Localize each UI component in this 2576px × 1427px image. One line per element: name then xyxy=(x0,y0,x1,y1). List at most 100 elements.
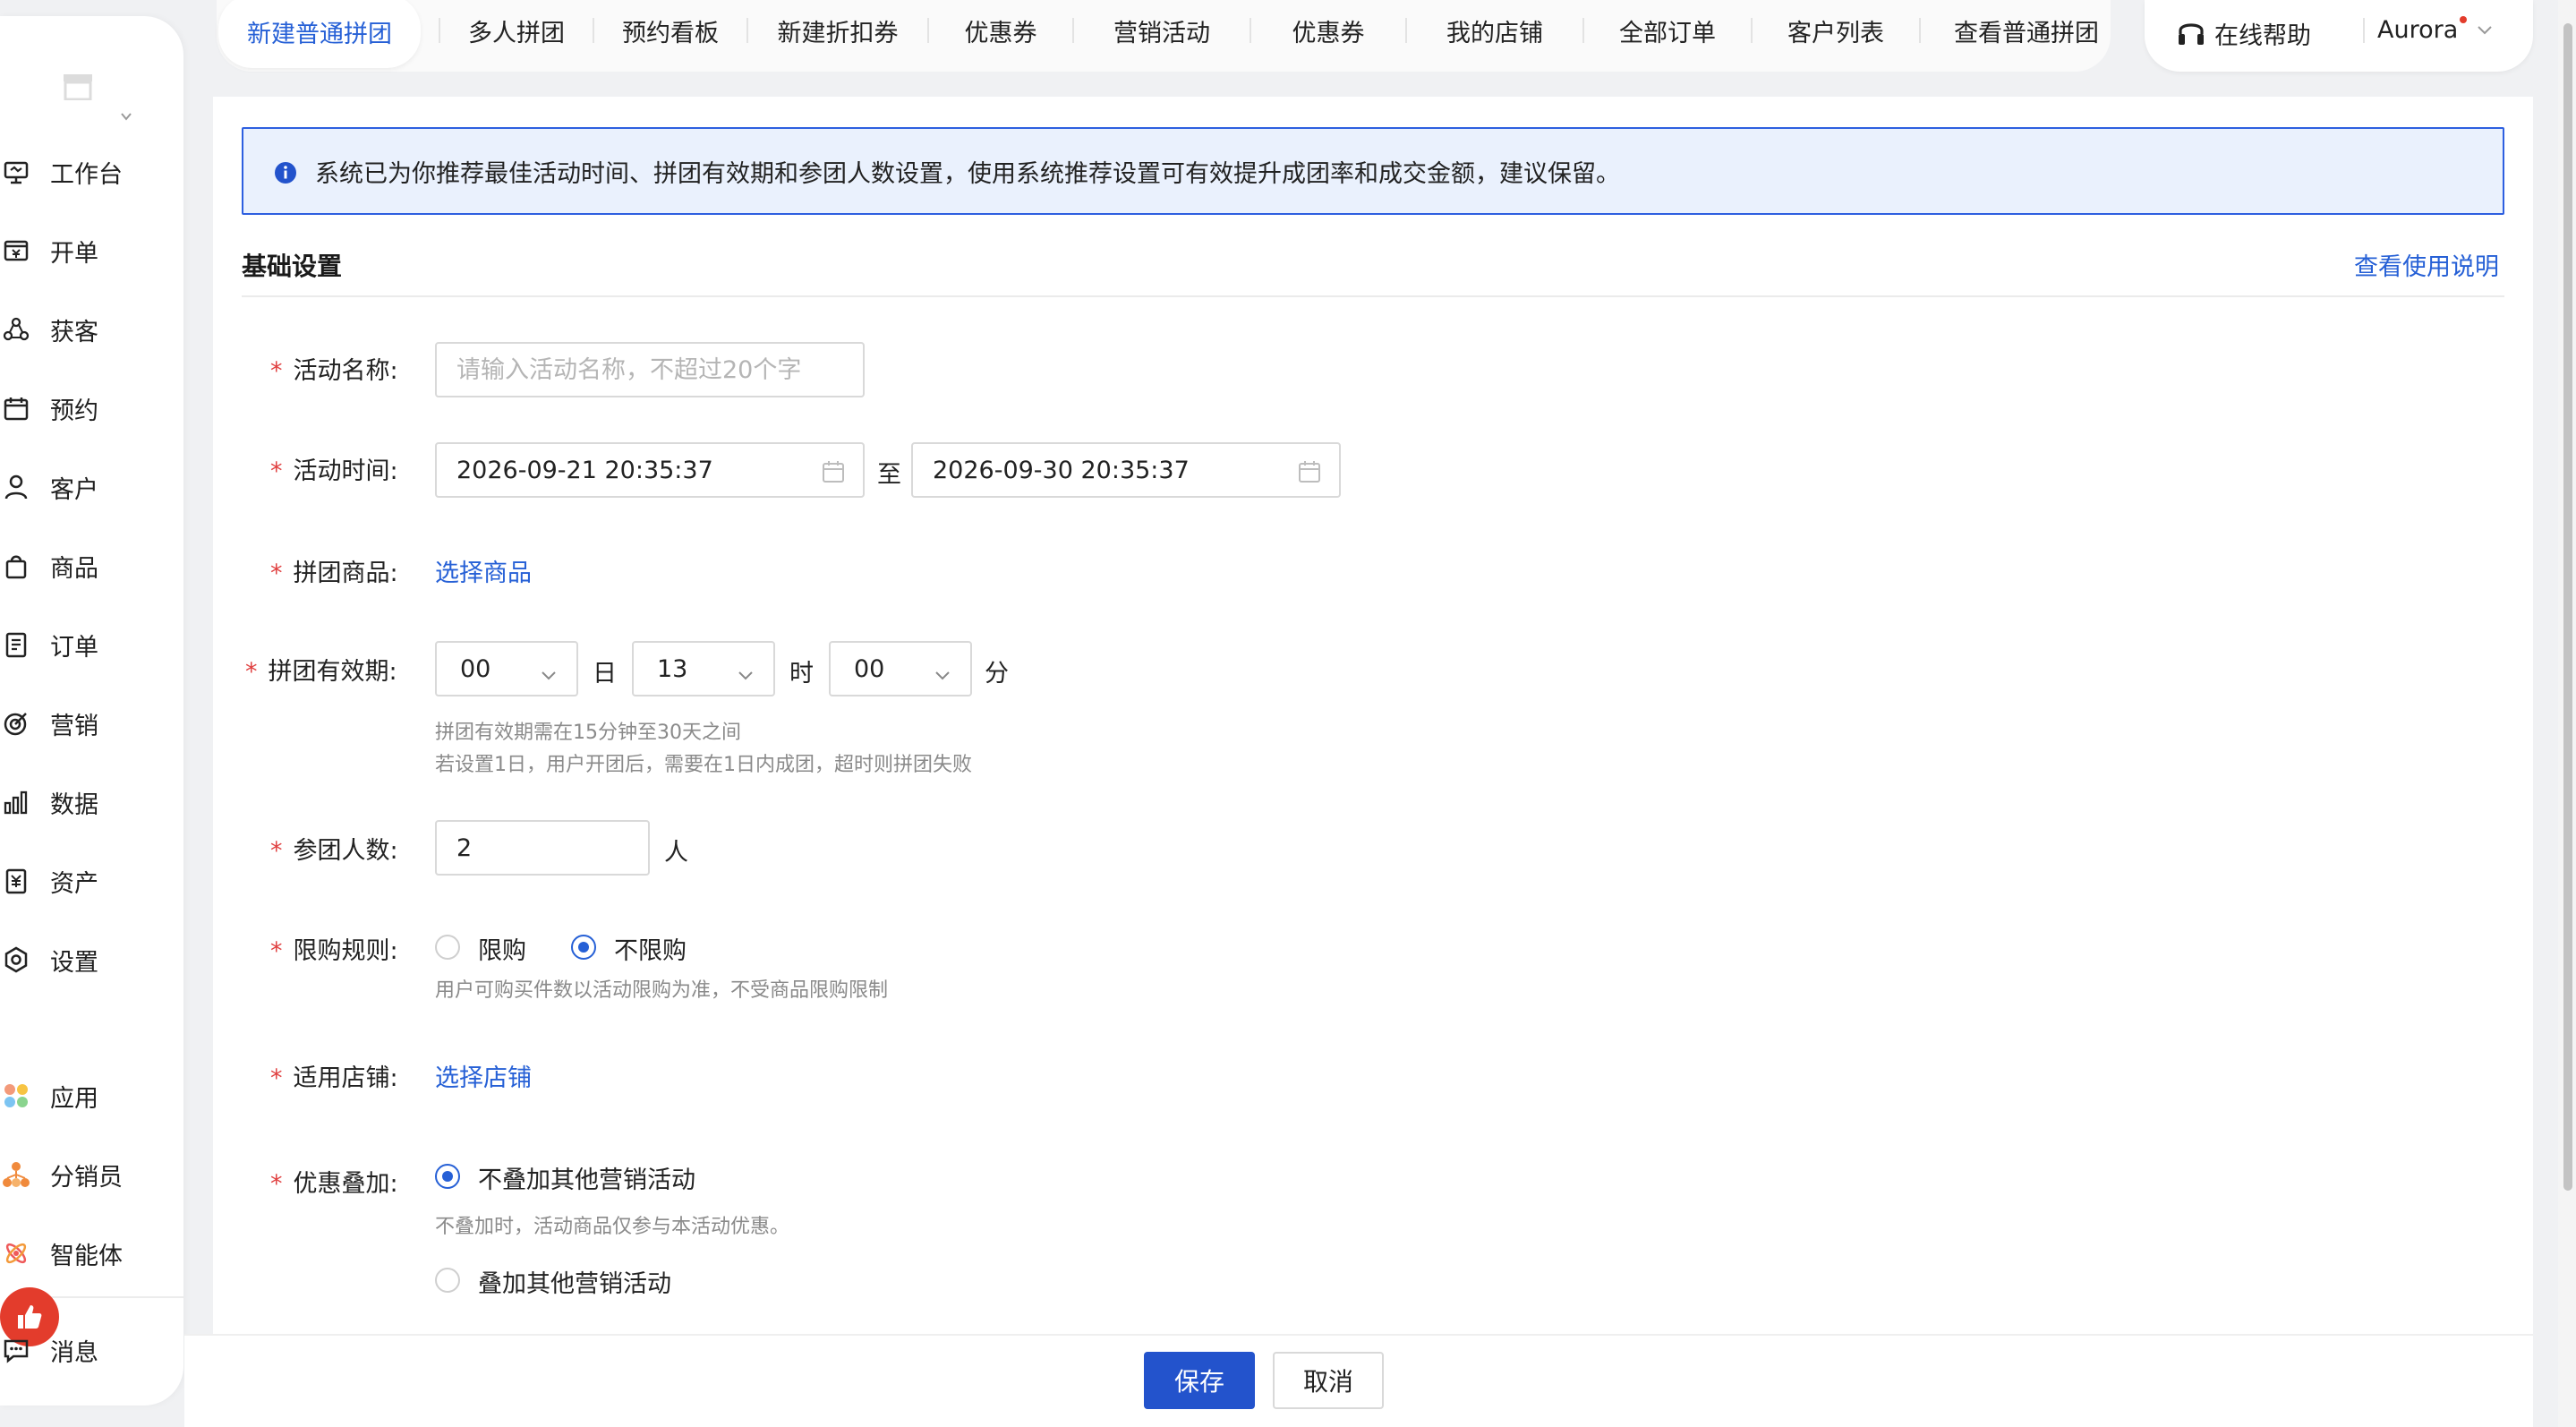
sidebar-item-asset[interactable]: 资产 xyxy=(0,854,183,908)
label-text: 拼团有效期: xyxy=(268,658,397,686)
workbench-icon xyxy=(2,158,30,186)
sidebar-item-label: 订单 xyxy=(50,633,98,662)
label-text: 优惠叠加: xyxy=(293,1170,398,1198)
order-icon xyxy=(2,630,30,659)
hour-unit: 时 xyxy=(789,660,814,688)
group-size-unit: 人 xyxy=(664,839,688,867)
tab-new-group-buy[interactable]: 新建普通拼团 xyxy=(218,0,421,68)
start-time-picker[interactable]: 2026-09-21 20:35:37 xyxy=(435,442,865,498)
label-text: 限购规则: xyxy=(293,937,398,965)
validity-day-select[interactable]: 00 xyxy=(435,641,578,696)
unlimited-option-label[interactable]: 不限购 xyxy=(614,931,687,966)
sidebar-item-workbench[interactable]: 工作台 xyxy=(0,145,183,199)
tab-label: 全部订单 xyxy=(1619,19,1716,47)
store-logo-icon[interactable] xyxy=(63,73,93,101)
start-time-value: 2026-09-21 20:35:37 xyxy=(456,456,713,484)
no-stacking-option-label[interactable]: 不叠加其他营销活动 xyxy=(478,1160,695,1195)
sidebar-item-apps[interactable]: 应用 xyxy=(0,1069,183,1123)
usage-guide-link[interactable]: 查看使用说明 xyxy=(2354,247,2499,282)
sidebar-item-label: 资产 xyxy=(50,869,98,898)
validity-hint-range: 拼团有效期需在15分钟至30天之间 xyxy=(435,722,741,744)
sidebar-item-acquire[interactable]: 获客 xyxy=(0,303,183,356)
chevron-down-icon xyxy=(738,662,754,680)
required-mark: * xyxy=(270,837,283,865)
tab-new-discount-coupon[interactable]: 新建折扣券 xyxy=(748,0,927,61)
validity-hour-select[interactable]: 13 xyxy=(632,641,775,696)
tab-all-orders[interactable]: 全部订单 xyxy=(1584,0,1751,61)
tab-coupon-2[interactable]: 优惠券 xyxy=(1251,0,1405,61)
select-store-link[interactable]: 选择店铺 xyxy=(435,1058,532,1093)
sidebar-item-billing[interactable]: 开单 xyxy=(0,224,183,278)
required-mark: * xyxy=(270,1064,283,1092)
sidebar-item-order[interactable]: 订单 xyxy=(0,618,183,671)
sidebar-item-message[interactable]: 消息 xyxy=(0,1323,183,1377)
info-banner: 系统已为你推荐最佳活动时间、拼团有效期和参团人数设置，使用系统推荐设置可有效提升… xyxy=(242,127,2504,215)
activity-name-label: * 活动名称: xyxy=(270,351,398,386)
info-icon xyxy=(274,161,297,184)
sidebar-item-label: 数据 xyxy=(50,790,98,819)
chevron-down-icon[interactable] xyxy=(2476,23,2494,38)
save-button[interactable]: 保存 xyxy=(1144,1352,1255,1409)
sidebar-item-agent[interactable]: 智能体 xyxy=(0,1226,183,1280)
activity-time-label: * 活动时间: xyxy=(270,451,398,486)
target-icon xyxy=(2,709,30,738)
validity-minute-select[interactable]: 00 xyxy=(829,641,972,696)
help-link[interactable]: 在线帮助 xyxy=(2214,16,2311,51)
tab-label: 营销活动 xyxy=(1113,19,1210,47)
sidebar-item-customer[interactable]: 客户 xyxy=(0,460,183,514)
tab-booking-board[interactable]: 预约看板 xyxy=(594,0,746,61)
sidebar-item-distributor[interactable]: 分销员 xyxy=(0,1148,183,1201)
cancel-button[interactable]: 取消 xyxy=(1273,1352,1384,1409)
stacking-option-label[interactable]: 叠加其他营销活动 xyxy=(478,1264,671,1299)
sidebar: 工作台 开单 获客 预约 客户 商品 订单 营销 数据 资产 设置 应用 分销员… xyxy=(0,16,183,1406)
stacking-radio[interactable] xyxy=(435,1268,460,1293)
sidebar-item-label: 获客 xyxy=(50,318,98,346)
sidebar-item-booking[interactable]: 预约 xyxy=(0,381,183,435)
calendar-icon xyxy=(2,394,30,423)
day-unit: 日 xyxy=(593,660,617,688)
chevron-down-icon[interactable] xyxy=(120,109,132,122)
section-divider xyxy=(242,295,2504,297)
tab-my-store[interactable]: 我的店铺 xyxy=(1407,0,1582,61)
headset-icon[interactable] xyxy=(2175,20,2207,50)
user-icon xyxy=(2,473,30,501)
limit-radio[interactable] xyxy=(435,935,460,960)
tab-marketing-activity[interactable]: 营销活动 xyxy=(1074,0,1250,61)
header-actions: 在线帮助 Aurora xyxy=(2145,0,2533,72)
scrollbar-thumb[interactable] xyxy=(2563,23,2572,1191)
group-size-input[interactable] xyxy=(435,820,650,876)
sidebar-item-label: 应用 xyxy=(50,1084,98,1113)
select-value: 13 xyxy=(657,654,688,683)
end-time-picker[interactable]: 2026-09-30 20:35:37 xyxy=(911,442,1341,498)
tab-label: 预约看板 xyxy=(622,19,719,47)
chevron-down-icon xyxy=(934,662,951,680)
sidebar-item-label: 营销 xyxy=(50,712,98,740)
calendar-icon xyxy=(1298,460,1321,483)
sidebar-item-marketing[interactable]: 营销 xyxy=(0,696,183,750)
banner-text: 系统已为你推荐最佳活动时间、拼团有效期和参团人数设置，使用系统推荐设置可有效提升… xyxy=(315,159,1620,188)
select-product-link[interactable]: 选择商品 xyxy=(435,553,532,588)
sidebar-item-product[interactable]: 商品 xyxy=(0,539,183,593)
limit-option-label[interactable]: 限购 xyxy=(478,931,526,966)
user-name[interactable]: Aurora xyxy=(2377,16,2458,44)
sidebar-item-data[interactable]: 数据 xyxy=(0,775,183,829)
acquire-icon xyxy=(2,315,30,344)
no-stacking-radio[interactable] xyxy=(435,1164,460,1189)
tab-label: 我的店铺 xyxy=(1446,19,1543,47)
unlimited-radio[interactable] xyxy=(571,935,596,960)
tab-coupon[interactable]: 优惠券 xyxy=(929,0,1072,61)
sidebar-item-label: 工作台 xyxy=(50,160,123,189)
required-mark: * xyxy=(270,937,283,965)
time-range-separator: 至 xyxy=(877,461,901,489)
required-mark: * xyxy=(270,560,283,587)
tab-multi-group[interactable]: 多人拼团 xyxy=(440,0,593,61)
tab-label: 优惠券 xyxy=(1292,19,1365,47)
group-product-label: * 拼团商品: xyxy=(270,553,398,588)
sidebar-item-settings[interactable]: 设置 xyxy=(0,933,183,987)
activity-name-input[interactable] xyxy=(435,342,865,397)
tab-label: 新建折扣券 xyxy=(777,19,899,47)
tab-customer-list[interactable]: 客户列表 xyxy=(1753,0,1919,61)
label-text: 拼团商品: xyxy=(293,560,398,587)
section-title: 基础设置 xyxy=(242,252,343,281)
tab-view-group-buy[interactable]: 查看普通拼团 xyxy=(1921,0,2132,61)
